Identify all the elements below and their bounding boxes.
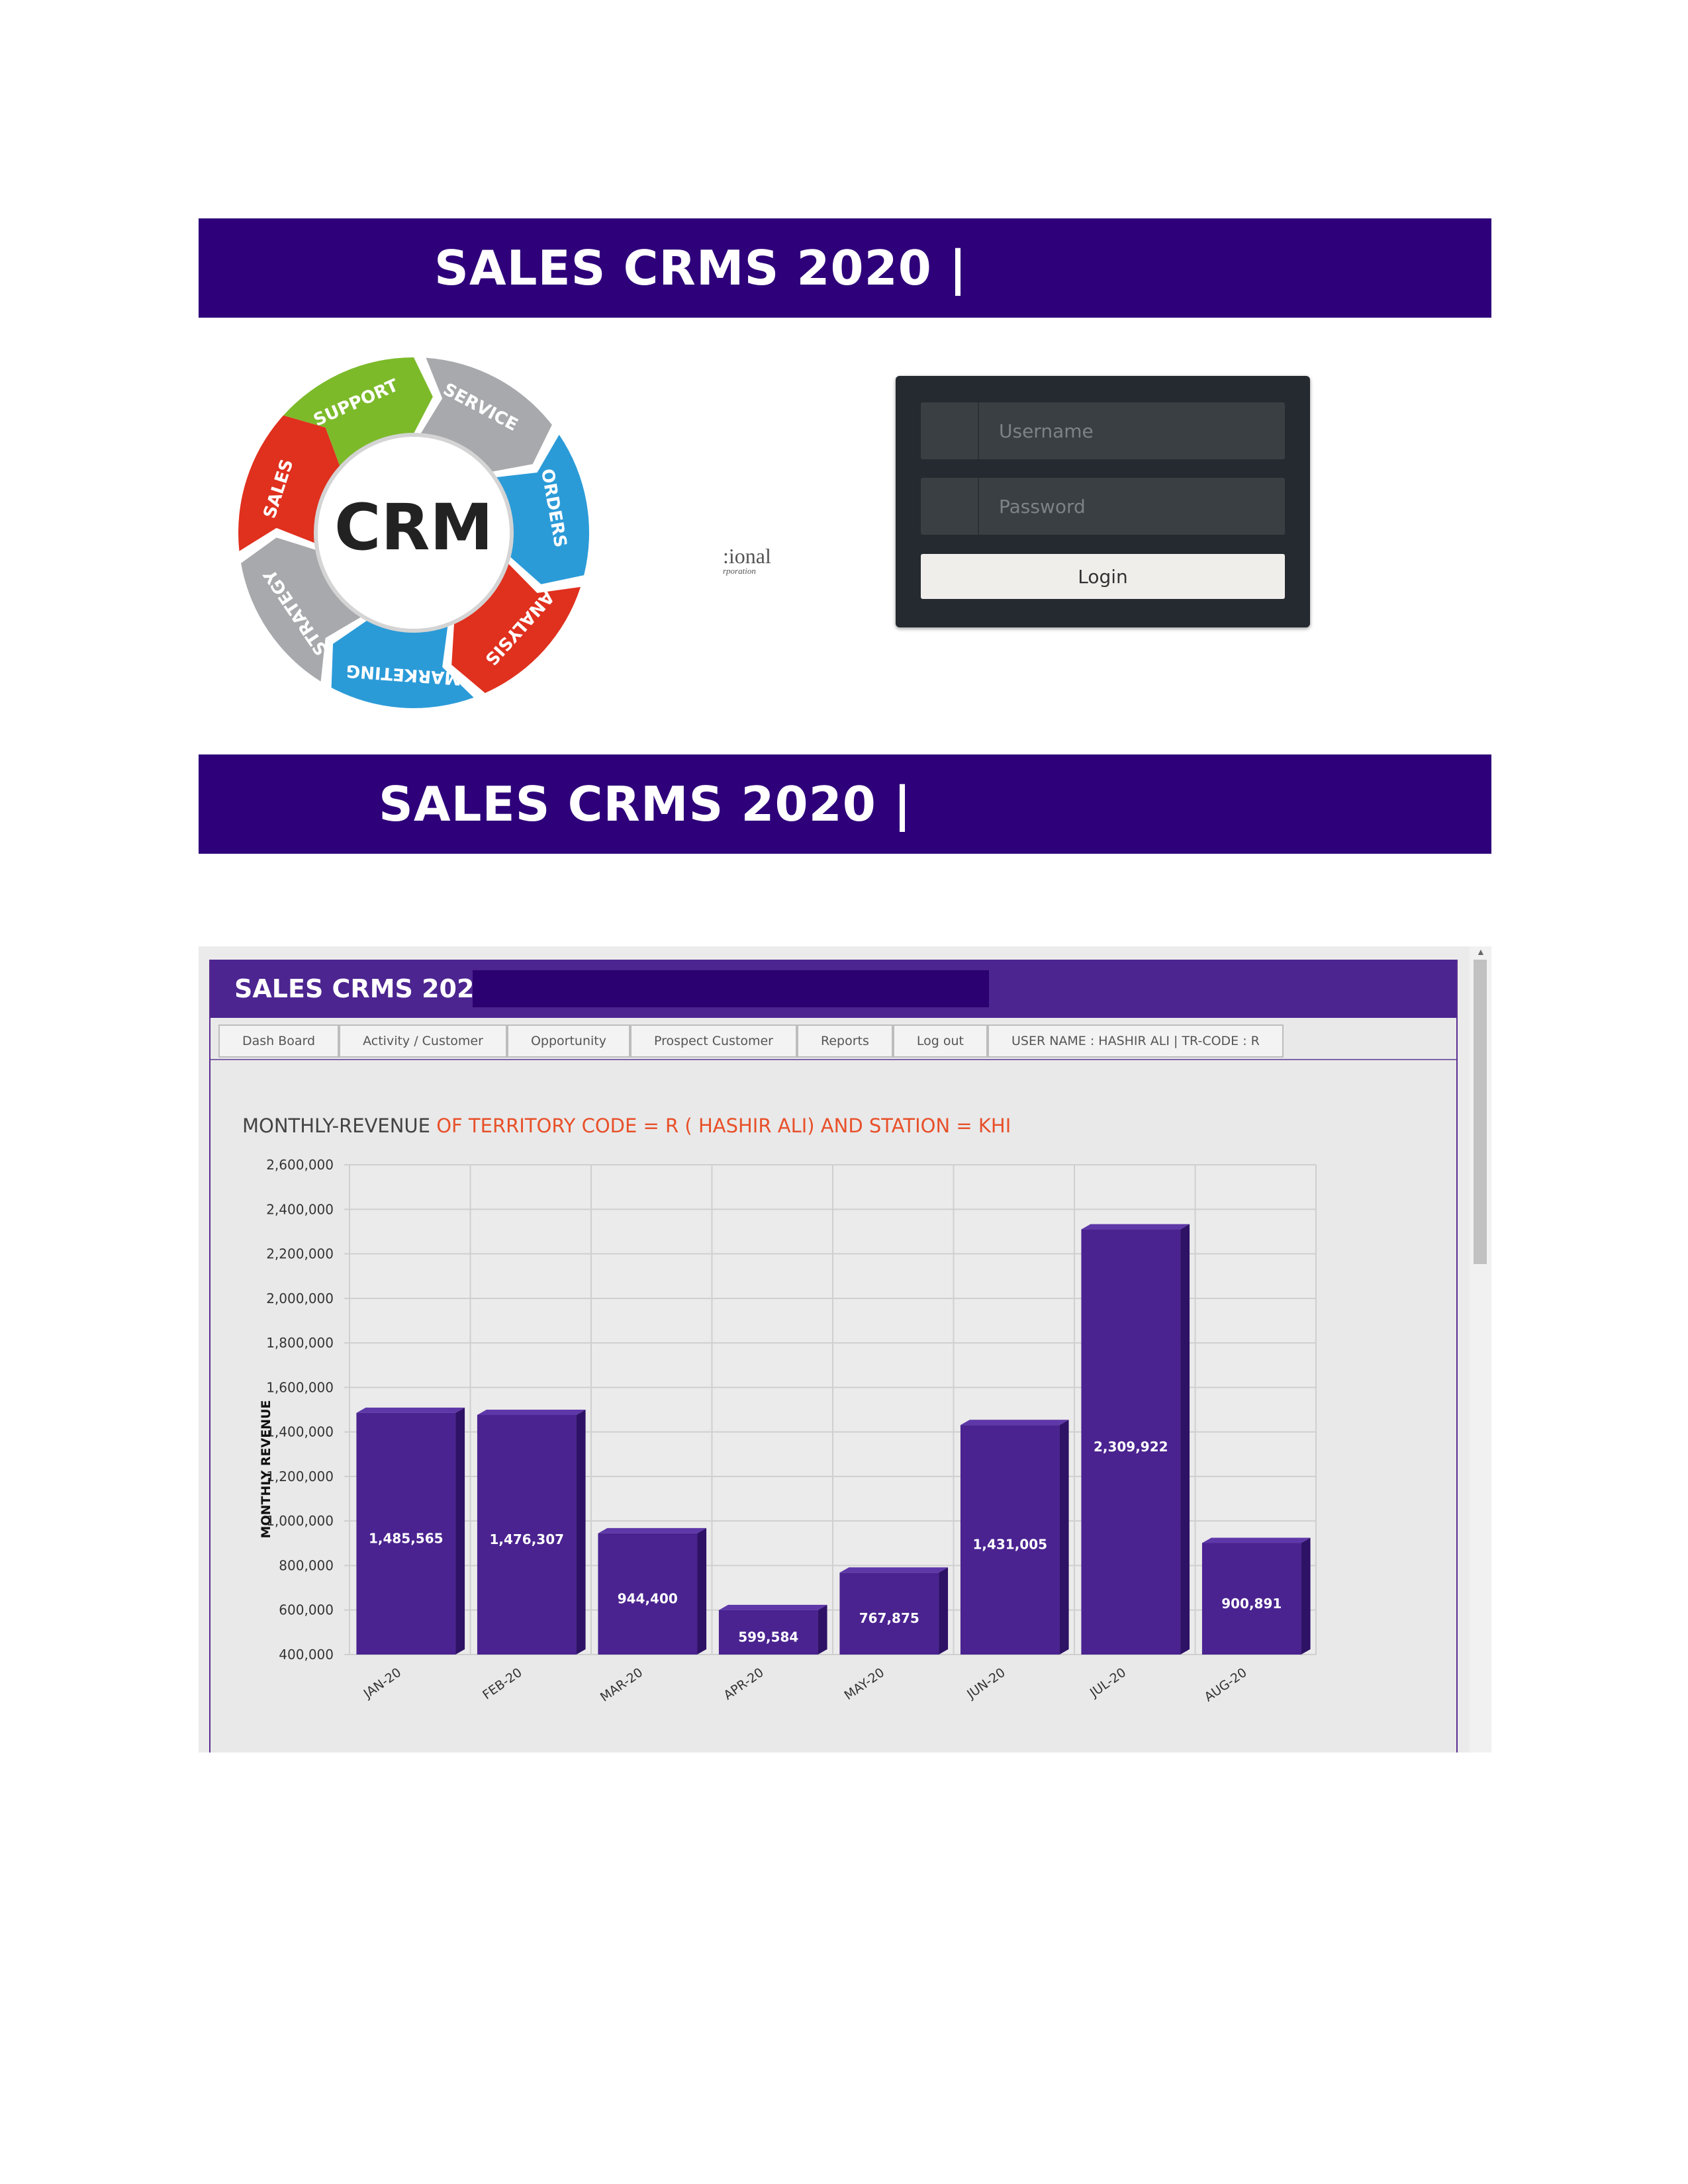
- nav-user-info: USER NAME : HASHIR ALI | TR-CODE : R: [987, 1024, 1284, 1058]
- x-tick-label: JUL-20: [1087, 1665, 1129, 1700]
- chart-heading: MONTHLY-REVENUE OF TERRITORY CODE = R ( …: [242, 1115, 1011, 1137]
- partial-logo-line1: :ional: [723, 544, 771, 568]
- bar-side: [576, 1409, 586, 1655]
- bar-value-label: 2,309,922: [1094, 1439, 1168, 1455]
- login-panel: Login: [896, 376, 1310, 627]
- bar-side: [939, 1567, 949, 1655]
- bar-jan-20: 1,485,565: [356, 1407, 465, 1655]
- password-field-group: [921, 478, 1285, 535]
- scroll-up-icon[interactable]: ▲: [1476, 946, 1485, 957]
- bar-top: [477, 1409, 586, 1415]
- y-tick-label: 2,400,000: [266, 1201, 334, 1217]
- y-tick-label: 1,000,000: [266, 1513, 334, 1529]
- bar-top: [598, 1527, 707, 1533]
- chart-heading-filter: OF TERRITORY CODE = R ( HASHIR ALI) AND …: [436, 1115, 1011, 1137]
- bar-side: [697, 1527, 707, 1655]
- bar-top: [1081, 1224, 1190, 1230]
- y-tick-label: 1,800,000: [266, 1335, 334, 1351]
- y-tick-label: 1,200,000: [266, 1469, 334, 1484]
- crm-center-text: CRM: [334, 490, 493, 565]
- nav-opportunity[interactable]: Opportunity: [506, 1024, 630, 1058]
- bar-value-label: 767,875: [859, 1610, 919, 1626]
- y-tick-label: 2,200,000: [266, 1246, 334, 1262]
- bar-jun-20: 1,431,005: [960, 1420, 1069, 1655]
- nav-bar: Dash Board Activity / Customer Opportuni…: [218, 1024, 1284, 1058]
- x-tick-label: MAR-20: [598, 1665, 645, 1705]
- bar-side: [1059, 1420, 1069, 1655]
- banner-title: SALES CRMS 2020 |: [434, 240, 968, 296]
- y-tick-label: 2,600,000: [266, 1158, 334, 1173]
- y-tick-label: 1,400,000: [266, 1424, 334, 1440]
- scrollbar[interactable]: ▲: [1470, 946, 1491, 1752]
- bar-side: [818, 1604, 827, 1655]
- app-header: SALES CRMS 2020 |: [211, 960, 1456, 1018]
- revenue-bar-chart: 400,000 600,000 800,000 1,000,000 1,200,000 1…: [259, 1158, 1317, 1705]
- y-tick-label: 1,600,000: [266, 1379, 334, 1395]
- app-screenshot: SALES CRMS 2020 | Dash Board Activity / …: [199, 946, 1491, 1752]
- app-window: SALES CRMS 2020 | Dash Board Activity / …: [209, 960, 1458, 1752]
- username-field-group: [921, 402, 1285, 459]
- nav-logout[interactable]: Log out: [892, 1024, 988, 1058]
- scroll-thumb[interactable]: [1474, 960, 1487, 1264]
- bar-top: [960, 1420, 1069, 1426]
- bar-value-label: 900,891: [1221, 1596, 1282, 1612]
- top-banner: SALES CRMS 2020 |: [199, 218, 1491, 318]
- x-tick-label: FEB-20: [480, 1665, 525, 1702]
- nav-activity-customer[interactable]: Activity / Customer: [339, 1024, 507, 1058]
- bar-apr-20: 599,584: [718, 1604, 827, 1655]
- chart-heading-metric: MONTHLY-REVENUE: [242, 1115, 430, 1137]
- nav-reports[interactable]: Reports: [797, 1024, 893, 1058]
- bar-value-label: 944,400: [618, 1590, 678, 1606]
- bar-aug-20: 900,891: [1201, 1537, 1311, 1655]
- banner-title: SALES CRMS 2020 |: [379, 776, 912, 832]
- bar-value-label: 599,584: [738, 1629, 798, 1645]
- x-tick-label: MAY-20: [842, 1665, 888, 1703]
- login-button[interactable]: Login: [921, 554, 1285, 599]
- x-tick-label: JUN-20: [964, 1665, 1008, 1702]
- y-tick-label: 600,000: [279, 1602, 334, 1618]
- x-tick-label: AUG-20: [1201, 1665, 1249, 1705]
- middle-banner: SALES CRMS 2020 |: [199, 754, 1491, 854]
- bar-top: [356, 1407, 465, 1413]
- x-tick-label: APR-20: [721, 1665, 766, 1703]
- crm-cycle-logo: SUPPORT SERVICEORDERSANALYSISMARKETINGSTR…: [225, 344, 602, 721]
- y-tick-label: 800,000: [279, 1557, 334, 1573]
- bar-side: [455, 1407, 465, 1655]
- password-input[interactable]: [979, 478, 1270, 535]
- nav-prospect-customer[interactable]: Prospect Customer: [630, 1024, 797, 1058]
- bar-value-label: 1,431,005: [972, 1537, 1047, 1553]
- bar-may-20: 767,875: [839, 1567, 949, 1655]
- bar-side: [1180, 1224, 1190, 1655]
- bar-top: [718, 1604, 827, 1610]
- bar-side: [1301, 1537, 1311, 1655]
- lock-icon: [921, 478, 979, 535]
- redacted-block: [473, 970, 989, 1007]
- user-icon: [921, 402, 979, 459]
- bar-value-label: 1,485,565: [369, 1530, 444, 1546]
- bar-value-label: 1,476,307: [489, 1531, 564, 1547]
- bar-mar-20: 944,400: [598, 1527, 707, 1655]
- y-axis-label: MONTHLY REVENUE: [259, 1400, 273, 1539]
- nav-divider: [211, 1059, 1456, 1060]
- x-tick-label: JAN-20: [361, 1665, 404, 1702]
- bar-top: [1201, 1537, 1311, 1543]
- username-input[interactable]: [979, 402, 1270, 459]
- nav-dashboard[interactable]: Dash Board: [218, 1024, 340, 1058]
- bar-feb-20: 1,476,307: [477, 1409, 586, 1655]
- app-title: SALES CRMS 2020 |: [234, 974, 510, 1003]
- y-tick-label: 2,000,000: [266, 1291, 334, 1306]
- y-tick-label: 400,000: [279, 1647, 334, 1662]
- bar-top: [839, 1567, 949, 1573]
- bar-jul-20: 2,309,922: [1081, 1224, 1190, 1655]
- partial-company-logo: :ional rporation: [723, 544, 771, 576]
